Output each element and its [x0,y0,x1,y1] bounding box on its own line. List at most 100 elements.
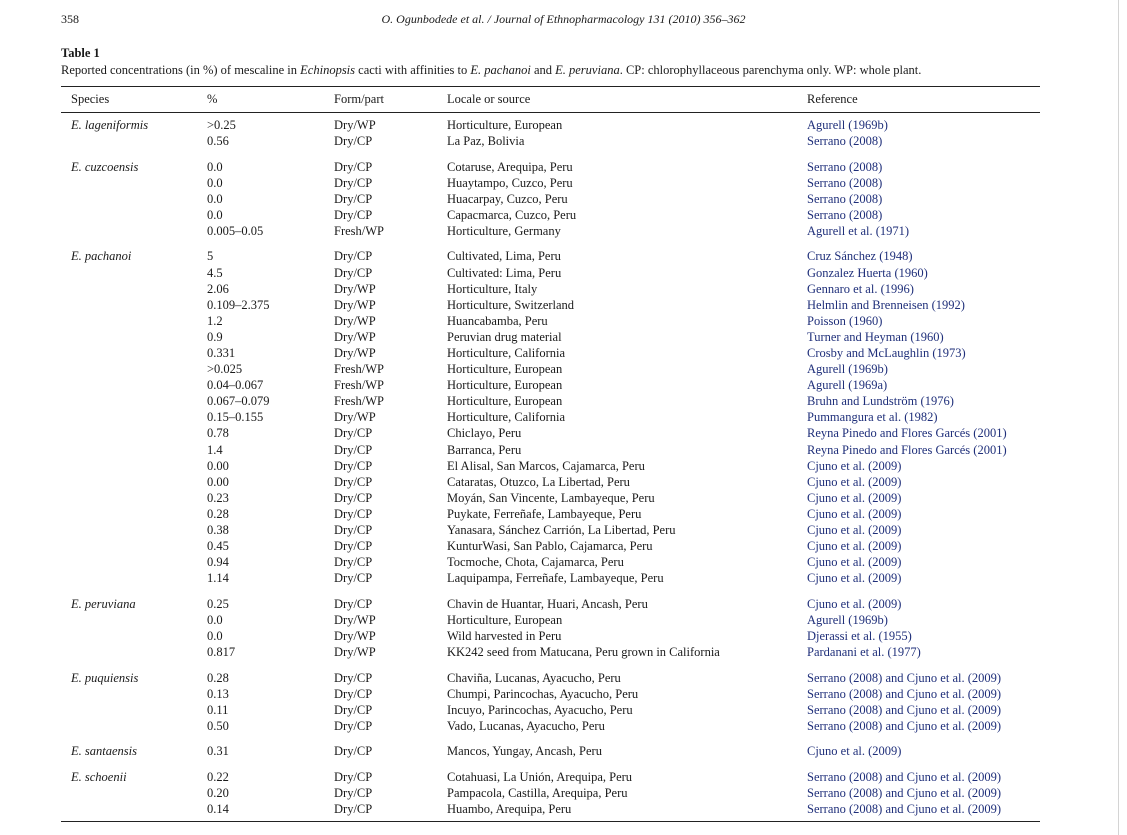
reference-link[interactable]: Crosby and McLaughlin (1973) [807,345,966,361]
reference-link[interactable]: Cjuno et al. (2009) [807,743,901,759]
table-row: 0.9 Dry/WP Peruvian drug material Turner an… [0,329,1127,345]
percent-cell: 0.94 [207,555,229,570]
table-row: 1.4 Dry/CP Barranca, Peru Reyna Pinedo and … [0,442,1127,458]
species-group: E. santaensis 0.31 Dry/CP Mancos, Yungay, A… [0,743,1127,759]
header-locale: Locale or source [447,92,531,106]
form-part-cell: Dry/CP [334,442,373,457]
percent-cell: 0.22 [207,769,229,784]
locale-cell: Capacmarca, Cuzco, Peru [447,207,577,222]
form-part-cell: Dry/CP [334,426,373,441]
reference-link[interactable]: Cjuno et al. (2009) [807,506,901,522]
form-part-cell: Dry/CP [334,539,373,554]
table-row: 0.067–0.079 Fresh/WP Horticulture, Europea… [0,393,1127,409]
reference-link[interactable]: Serrano (2008) and Cjuno et al. (2009) [807,769,1001,785]
reference-link[interactable]: Cjuno et al. (2009) [807,458,901,474]
reference-link[interactable]: Cjuno et al. (2009) [807,522,901,538]
form-part-cell: Dry/CP [334,744,373,759]
table-header-rule [61,112,1040,113]
reference-link[interactable]: Serrano (2008) and Cjuno et al. (2009) [807,801,1001,817]
reference-link[interactable]: Helmlin and Brenneisen (1992) [807,297,965,313]
reference-link[interactable]: Poisson (1960) [807,313,882,329]
reference-link[interactable]: Reyna Pinedo and Flores Garcés (2001) [807,442,1007,458]
table-row: E. schoenii 0.22 Dry/CP Cotahuasi, La Unión… [0,769,1127,785]
reference-link[interactable]: Serrano (2008) [807,133,882,149]
reference-link[interactable]: Agurell (1969b) [807,117,888,133]
form-part-cell: Dry/WP [334,628,376,643]
locale-cell: Chavin de Huantar, Huari, Ancash, Peru [447,596,648,611]
reference-link[interactable]: Cjuno et al. (2009) [807,474,901,490]
locale-cell: Mancos, Yungay, Ancash, Peru [447,744,602,759]
locale-cell: Huancabamba, Peru [447,313,548,328]
reference-link[interactable]: Agurell (1969b) [807,361,888,377]
locale-cell: Chaviña, Lucanas, Ayacucho, Peru [447,670,621,685]
species-cell: E. peruviana [71,596,136,611]
header-species: Species [71,92,110,106]
percent-cell: 0.20 [207,785,229,800]
reference-link[interactable]: Serrano (2008) [807,207,882,223]
locale-cell: KK242 seed from Matucana, Peru grown in … [447,645,720,660]
reference-link[interactable]: Serrano (2008) [807,159,882,175]
table-row: 4.5 Dry/CP Cultivated: Lima, Peru Gonzalez … [0,265,1127,281]
reference-link[interactable]: Serrano (2008) [807,175,882,191]
reference-link[interactable]: Turner and Heyman (1960) [807,329,944,345]
reference-link[interactable]: Cjuno et al. (2009) [807,596,901,612]
reference-link[interactable]: Agurell (1969b) [807,612,888,628]
header-percent: % [207,92,218,106]
table-bottom-rule [61,821,1040,822]
table-row: E. lageniformis >0.25 Dry/WP Horticulture, … [0,117,1127,133]
locale-cell: Moyán, San Vincente, Lambayeque, Peru [447,490,655,505]
percent-cell: 0.31 [207,744,229,759]
table-row: 0.00 Dry/CP Cataratas, Otuzco, La Libertad… [0,474,1127,490]
percent-cell: 0.50 [207,718,229,733]
percent-cell: 0.11 [207,702,229,717]
reference-link[interactable]: Serrano (2008) and Cjuno et al. (2009) [807,702,1001,718]
species-cell: E. puquiensis [71,670,139,685]
reference-link[interactable]: Reyna Pinedo and Flores Garcés (2001) [807,425,1007,441]
table-row: 0.28 Dry/CP Puykate, Ferreñafe, Lambayeque… [0,506,1127,522]
percent-cell: 0.0 [207,159,223,174]
percent-cell: 0.00 [207,474,229,489]
reference-link[interactable]: Serrano (2008) and Cjuno et al. (2009) [807,686,1001,702]
reference-link[interactable]: Cjuno et al. (2009) [807,554,901,570]
reference-link[interactable]: Agurell et al. (1971) [807,223,909,239]
caption-genus: Echinopsis [300,63,356,77]
reference-link[interactable]: Gennaro et al. (1996) [807,281,914,297]
locale-cell: Cultivated: Lima, Peru [447,265,562,280]
form-part-cell: Dry/CP [334,718,373,733]
form-part-cell: Dry/CP [334,207,373,222]
locale-cell: Horticulture, California [447,346,566,360]
reference-link[interactable]: Bruhn and Lundström (1976) [807,393,954,409]
caption-species: E. pachanoi [470,63,531,77]
reference-link[interactable]: Agurell (1969a) [807,377,887,393]
percent-cell: 0.067–0.079 [207,394,270,409]
locale-cell: Horticulture, European [447,378,563,393]
percent-cell: 0.00 [207,458,229,473]
form-part-cell: Dry/WP [334,313,376,328]
reference-link[interactable]: Cjuno et al. (2009) [807,570,901,586]
caption-text: cacti with affinities to [355,63,471,77]
reference-link[interactable]: Serrano (2008) and Cjuno et al. (2009) [807,718,1001,734]
percent-cell: 0.331 [207,346,236,360]
form-part-cell: Dry/WP [334,346,376,360]
locale-cell: Horticulture, European [447,394,563,409]
table-row: 0.817 Dry/WP KK242 seed from Matucana, Per… [0,644,1127,660]
reference-link[interactable]: Pummangura et al. (1982) [807,409,938,425]
reference-link[interactable]: Serrano (2008) [807,191,882,207]
reference-link[interactable]: Pardanani et al. (1977) [807,644,921,660]
percent-cell: >0.025 [207,362,243,377]
percent-cell: 2.06 [207,281,229,296]
locale-cell: Barranca, Peru [447,442,522,457]
reference-link[interactable]: Djerassi et al. (1955) [807,628,912,644]
reference-link[interactable]: Serrano (2008) and Cjuno et al. (2009) [807,785,1001,801]
reference-link[interactable]: Serrano (2008) and Cjuno et al. (2009) [807,670,1001,686]
reference-link[interactable]: Gonzalez Huerta (1960) [807,265,928,281]
species-cell: E. lageniformis [71,118,149,132]
percent-cell: 0.0 [207,612,223,627]
reference-link[interactable]: Cjuno et al. (2009) [807,490,901,506]
reference-link[interactable]: Cruz Sánchez (1948) [807,248,913,264]
species-group: E. cuzcoensis 0.0 Dry/CP Cotaruse, Arequipa… [0,159,1127,239]
caption-text: and [530,63,556,77]
form-part-cell: Dry/CP [334,571,373,586]
form-part-cell: Dry/CP [334,175,373,190]
reference-link[interactable]: Cjuno et al. (2009) [807,538,901,554]
